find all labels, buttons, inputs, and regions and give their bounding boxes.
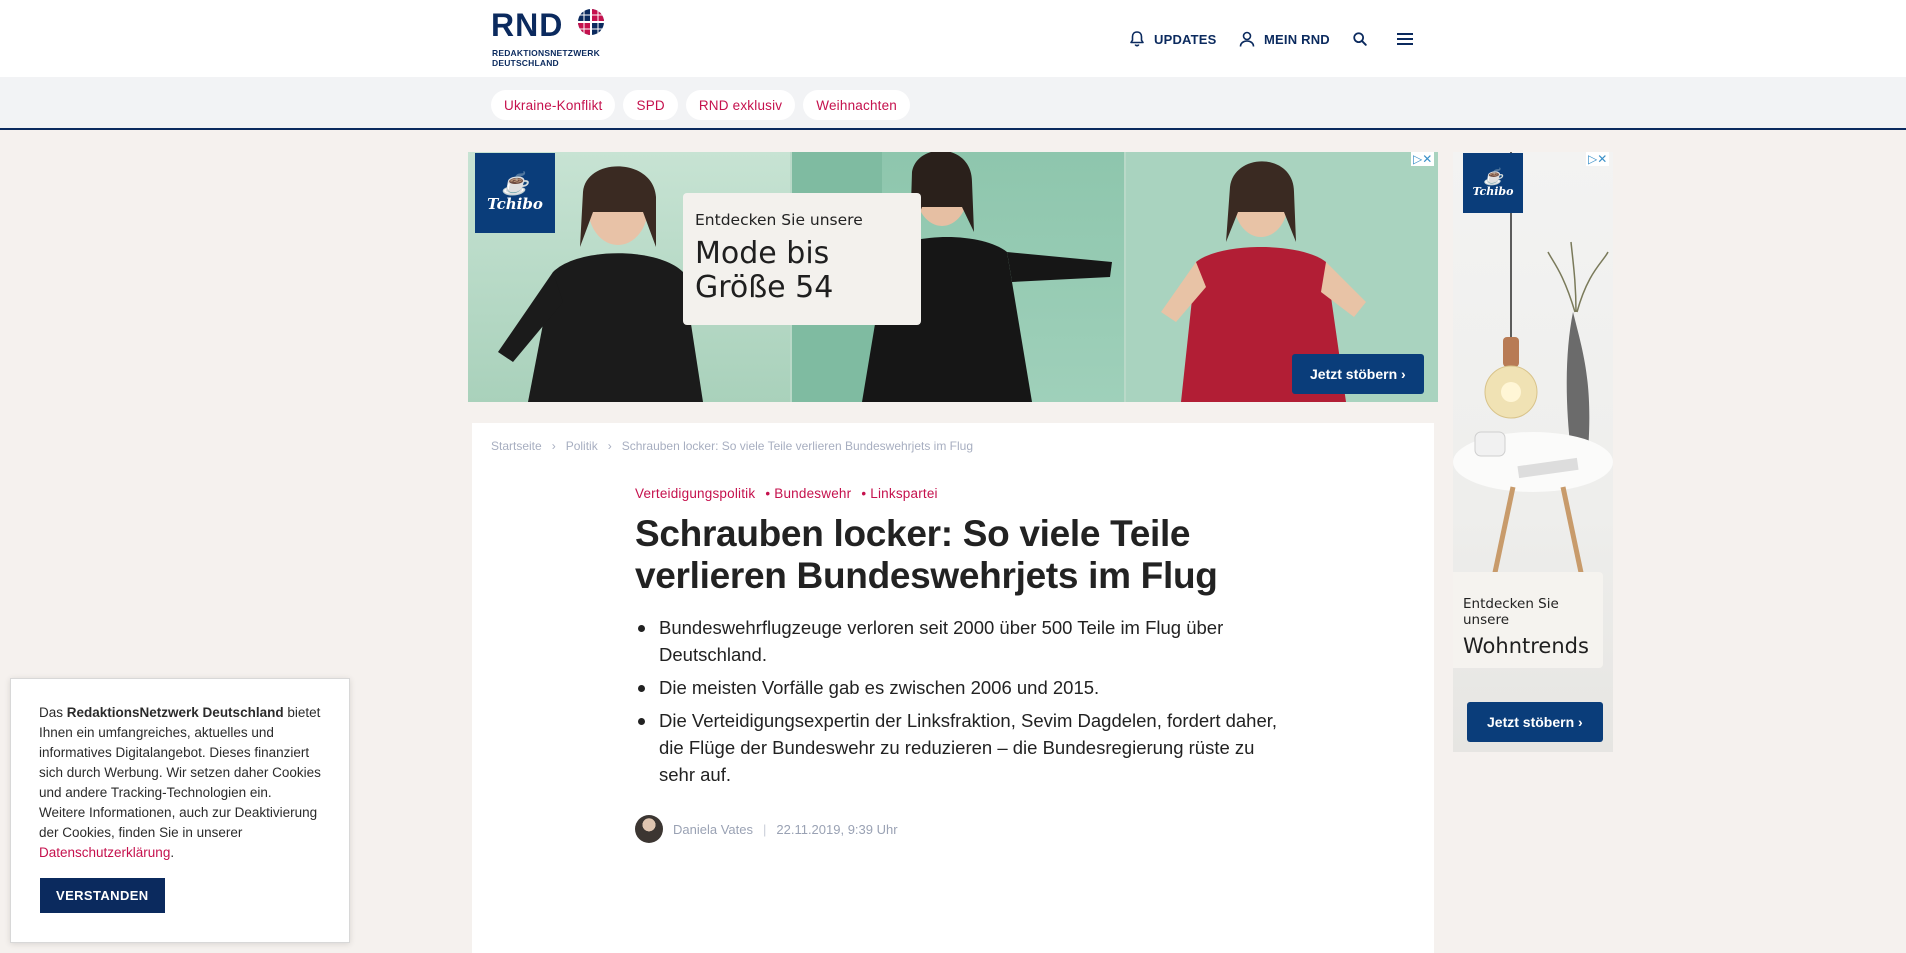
- breadcrumb-startseite[interactable]: Startseite: [491, 439, 542, 453]
- user-icon: [1239, 31, 1255, 47]
- menu-icon: [1397, 33, 1413, 45]
- tag-rnd-exklusiv[interactable]: RND exklusiv: [685, 90, 796, 120]
- ad-promo-small: Entdecken Sie unsere: [695, 211, 863, 229]
- category-bundeswehr[interactable]: Bundeswehr: [774, 486, 851, 501]
- ad-promo-box: Entdecken Sie unsere Mode bis Größe 54: [683, 193, 921, 325]
- logo-sub-line-2: DEUTSCHLAND: [492, 58, 559, 68]
- category-separator: •: [861, 486, 867, 501]
- adchoices-icon-side[interactable]: ▷✕: [1586, 152, 1610, 166]
- summary-item: Bundeswehrflugzeuge verloren seit 2000 ü…: [635, 614, 1295, 668]
- updates-label: UPDATES: [1154, 31, 1217, 47]
- article-headline: Schrauben locker: So viele Teile verlier…: [635, 513, 1218, 596]
- tchibo-logo: ☕ Tchibo: [475, 153, 555, 233]
- ad-promo-line-2: Größe 54: [695, 270, 834, 305]
- topic-bar: Ukraine-Konflikt SPD RND exklusiv Weihna…: [0, 77, 1906, 130]
- tchibo-cup-icon-side: ☕: [1483, 166, 1503, 186]
- category-verteidigungspolitik[interactable]: Verteidigungspolitik: [635, 486, 755, 501]
- tag-ukraine-konflikt[interactable]: Ukraine-Konflikt: [491, 90, 616, 120]
- cookie-text-start: Das: [39, 705, 67, 720]
- search-button[interactable]: [1352, 28, 1376, 50]
- byline-divider: |: [762, 821, 767, 837]
- tchibo-logo-side: ☕ Tchibo: [1463, 153, 1523, 213]
- publish-date: 22.11.2019, 9:39 Uhr: [776, 821, 898, 837]
- tag-spd[interactable]: SPD: [623, 90, 678, 120]
- ad-promo-headline: Mode bis Größe 54: [695, 237, 909, 305]
- ad-side-promo-small: Entdecken Sie unsere: [1463, 596, 1559, 628]
- chevron-right-icon: ›: [551, 439, 556, 453]
- tag-weihnachten[interactable]: Weihnachten: [803, 90, 911, 120]
- author-name[interactable]: Daniela Vates: [673, 822, 753, 837]
- search-icon: [1353, 32, 1367, 46]
- cookie-brand: RedaktionsNetzwerk Deutschland: [66, 705, 284, 720]
- cookie-text: Das RedaktionsNetzwerk Deutschland biete…: [39, 703, 321, 863]
- tchibo-wordmark-side: Tchibo: [1472, 184, 1514, 198]
- tchibo-wordmark: Tchibo: [487, 195, 543, 213]
- logo-wordmark: RND: [491, 7, 564, 43]
- mein-rnd-button[interactable]: MEIN RND: [1238, 28, 1330, 50]
- cookie-banner: Das RedaktionsNetzwerk Deutschland biete…: [10, 678, 350, 943]
- author-avatar[interactable]: [635, 815, 663, 843]
- mein-rnd-label: MEIN RND: [1264, 31, 1330, 47]
- breadcrumb: Startseite › Politik › Schrauben locker:…: [491, 439, 973, 453]
- ad-side-promo-headline: Wohntrends: [1463, 634, 1589, 658]
- summary-item: Die meisten Vorfälle gab es zwischen 200…: [635, 674, 1295, 701]
- article-byline: Daniela Vates | 22.11.2019, 9:39 Uhr: [635, 815, 898, 843]
- ad-promo-line-1: Mode bis: [695, 236, 830, 271]
- rnd-logo[interactable]: RND REDAKTIONSNETZWERK DEUTSCHLAND: [491, 7, 611, 69]
- updates-button[interactable]: UPDATES: [1128, 28, 1217, 50]
- summary-item: Die Verteidigungsexpertin der Linksfrakt…: [635, 707, 1295, 788]
- article-summary-list: Bundeswehrflugzeuge verloren seit 2000 ü…: [635, 614, 1295, 794]
- ad-side-cta-button[interactable]: Jetzt stöbern ›: [1467, 702, 1603, 742]
- bell-icon: [1130, 31, 1144, 47]
- privacy-policy-link[interactable]: Datenschutzerklärung: [39, 845, 170, 860]
- site-header: RND REDAKTIONSNETZWERK DEUTSCHLAND UPDAT…: [0, 0, 1906, 77]
- cookie-text-end: .: [170, 845, 175, 860]
- menu-button[interactable]: [1396, 28, 1422, 50]
- chevron-right-icon: ›: [607, 439, 612, 453]
- breadcrumb-current: Schrauben locker: So viele Teile verlier…: [621, 439, 974, 453]
- logo-mark-icon: [578, 9, 604, 35]
- article-card: Startseite › Politik › Schrauben locker:…: [472, 423, 1434, 953]
- ad-side-tchibo[interactable]: ☕ Tchibo ▷✕ Entdecken Sie unsere Wohntre…: [1453, 152, 1613, 752]
- topic-tags: Ukraine-Konflikt SPD RND exklusiv Weihna…: [491, 90, 911, 120]
- cookie-text-body: bietet Ihnen ein umfangreiches, aktuelle…: [39, 705, 321, 840]
- ad-banner-cta-button[interactable]: Jetzt stöbern ›: [1292, 354, 1424, 394]
- ad-side-promo-box: Entdecken Sie unsere Wohntrends: [1453, 572, 1603, 668]
- logo-subtitle: REDAKTIONSNETZWERK DEUTSCHLAND: [492, 48, 600, 68]
- category-linkspartei[interactable]: Linkspartei: [870, 486, 938, 501]
- tchibo-cup-icon: ☕: [501, 171, 529, 197]
- category-separator: •: [765, 486, 771, 501]
- adchoices-icon[interactable]: ▷✕: [1411, 152, 1435, 166]
- cookie-accept-button[interactable]: VERSTANDEN: [40, 878, 165, 913]
- ad-banner-tchibo[interactable]: ☕ Tchibo Entdecken Sie unsere Mode bis G…: [468, 152, 1438, 402]
- breadcrumb-politik[interactable]: Politik: [566, 439, 598, 453]
- article-categories: Verteidigungspolitik • Bundeswehr • Link…: [635, 486, 938, 501]
- logo-sub-line-1: REDAKTIONSNETZWERK: [492, 48, 600, 58]
